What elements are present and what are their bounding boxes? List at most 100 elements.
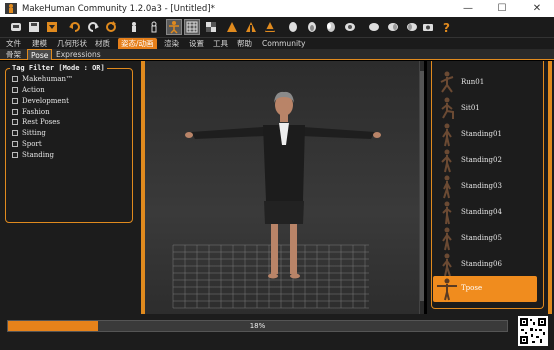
redo-icon[interactable] [85, 19, 101, 35]
reset-camera-icon[interactable] [342, 19, 358, 35]
pose-label: Run01 [461, 78, 485, 86]
maximize-button[interactable]: ☐ [485, 0, 519, 17]
tab-skeleton[interactable]: 骨架 [6, 49, 21, 60]
menu-help[interactable]: 帮助 [237, 38, 252, 49]
checkbox[interactable] [12, 86, 18, 93]
pose-list-scrollbar[interactable] [548, 61, 552, 314]
pose-item-tpose[interactable]: Tpose [433, 276, 537, 302]
reset-icon[interactable] [103, 19, 119, 35]
pose-icon[interactable] [166, 19, 182, 35]
orbit-icon[interactable] [366, 19, 382, 35]
left-panel: Tag Filter [Mode : OR] Makehuman™ Action… [0, 61, 145, 314]
back-view-icon[interactable] [243, 19, 259, 35]
top-view-icon[interactable] [304, 19, 320, 35]
tag-action[interactable]: Action [12, 85, 45, 94]
tag-label: Standing [22, 150, 54, 159]
makehuman-logo-icon [5, 3, 17, 14]
pose-thumbnail [437, 278, 457, 301]
undo-icon[interactable] [67, 19, 83, 35]
menu-bar: 文件 建模 几何形状 材质 姿态/动画 渲染 设置 工具 帮助 Communit… [0, 38, 554, 49]
checkbox[interactable] [12, 75, 18, 82]
window-title: MakeHuman Community 1.2.0a3 - [Untitled]… [22, 3, 215, 14]
checkbox[interactable] [12, 151, 18, 158]
menu-pose-animate[interactable]: 姿态/动画 [118, 38, 157, 49]
pose-item-standing03[interactable]: Standing03 [433, 174, 537, 200]
pose-label: Sit01 [461, 104, 480, 112]
pan-icon[interactable] [404, 19, 420, 35]
pose-label: Standing04 [461, 208, 502, 216]
wireframe-icon[interactable] [146, 19, 162, 35]
pose-thumbnail [443, 175, 451, 199]
checkbox[interactable] [12, 129, 18, 136]
viewport-scene [172, 91, 381, 309]
checkbox[interactable] [12, 97, 18, 104]
close-button[interactable]: ✕ [520, 0, 554, 17]
tag-standing[interactable]: Standing [12, 150, 54, 159]
viewport-scroll-thumb[interactable] [420, 71, 424, 301]
menu-modelling[interactable]: 建模 [32, 38, 47, 49]
tag-label: Action [22, 85, 45, 94]
help-icon[interactable]: ? [438, 19, 454, 35]
pose-item-standing02[interactable]: Standing02 [433, 148, 537, 174]
tag-label: Fashion [22, 107, 50, 116]
pose-item-standing01[interactable]: Standing01 [433, 122, 537, 148]
zoom-icon[interactable] [385, 19, 401, 35]
pose-label: Standing05 [461, 234, 502, 242]
tag-fashion[interactable]: Fashion [12, 107, 50, 116]
bottom-view-icon[interactable] [323, 19, 339, 35]
menu-utilities[interactable]: 工具 [213, 38, 228, 49]
menu-file[interactable]: 文件 [6, 38, 21, 49]
pose-thumbnail [441, 149, 452, 173]
pose-thumbnail [442, 253, 452, 277]
pose-item-run01[interactable]: Run01 [433, 70, 537, 96]
status-bar: 18% [0, 314, 554, 350]
tag-label: Sport [22, 139, 42, 148]
left-view-icon[interactable] [262, 19, 278, 35]
right-view-icon[interactable] [285, 19, 301, 35]
menu-rendering[interactable]: 渲染 [164, 38, 179, 49]
tag-label: Rest Poses [22, 117, 61, 126]
pose-item-sit01[interactable]: Sit01 [433, 96, 537, 122]
menu-community[interactable]: Community [262, 38, 305, 49]
tag-label: Development [22, 96, 69, 105]
menu-material[interactable]: 材质 [95, 38, 110, 49]
save-icon[interactable] [26, 19, 42, 35]
pose-thumbnail [442, 227, 452, 251]
menu-geometry[interactable]: 几何形状 [57, 38, 87, 49]
tag-makehuman[interactable]: Makehuman™ [12, 74, 73, 83]
tag-development[interactable]: Development [12, 96, 69, 105]
qr-code-icon [518, 316, 548, 346]
tag-label: Makehuman™ [22, 74, 74, 83]
main-toolbar: ? [0, 17, 554, 38]
pose-item-standing05[interactable]: Standing05 [433, 226, 537, 252]
tag-rest-poses[interactable]: Rest Poses [12, 117, 60, 126]
pose-thumbnail [442, 123, 452, 147]
new-file-icon[interactable] [8, 19, 24, 35]
subtab-bar: 骨架 Pose Expressions [0, 49, 554, 60]
checkbox[interactable] [12, 140, 18, 147]
tag-label: Sitting [22, 128, 46, 137]
3d-viewport[interactable] [145, 61, 424, 314]
checker-icon[interactable] [203, 19, 219, 35]
progress-bar: 18% [7, 320, 508, 332]
viewport-scrollbar[interactable] [419, 61, 424, 314]
grid-icon[interactable] [184, 19, 200, 35]
screenshot-icon[interactable] [420, 19, 436, 35]
pose-item-standing06[interactable]: Standing06 [433, 252, 537, 278]
front-view-icon[interactable] [224, 19, 240, 35]
pose-label: Tpose [461, 284, 483, 292]
menu-settings[interactable]: 设置 [189, 38, 204, 49]
tag-sport[interactable]: Sport [12, 139, 42, 148]
tab-pose[interactable]: Pose [27, 49, 53, 60]
pose-label: Standing03 [461, 182, 502, 190]
tag-sitting[interactable]: Sitting [12, 128, 46, 137]
tab-expressions[interactable]: Expressions [56, 49, 101, 60]
export-icon[interactable] [44, 19, 60, 35]
smooth-icon[interactable] [126, 19, 142, 35]
checkbox[interactable] [12, 118, 18, 125]
pose-label: Standing02 [461, 156, 502, 164]
minimize-button[interactable]: — [451, 0, 485, 17]
pose-item-standing04[interactable]: Standing04 [433, 200, 537, 226]
pose-library-panel: Run01 Sit01 Standing01 Standing02 Standi… [427, 61, 554, 314]
checkbox[interactable] [12, 108, 18, 115]
